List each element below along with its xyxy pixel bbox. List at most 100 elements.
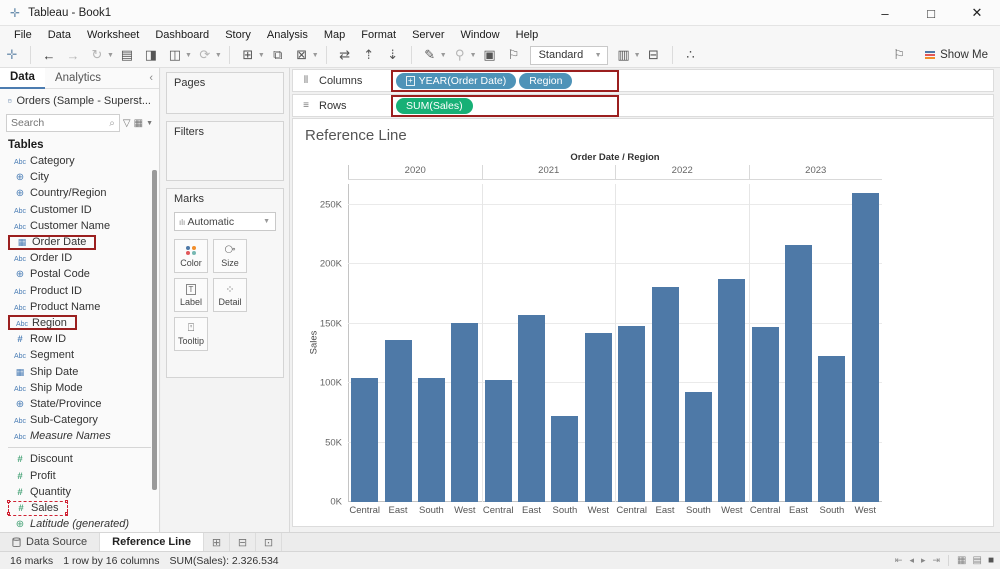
field-quantity[interactable]: #Quantity: [0, 484, 159, 500]
size-button[interactable]: ⧂Size: [213, 239, 247, 273]
tab-data-source[interactable]: Data Source: [0, 533, 100, 551]
new-dashboard-tab-icon[interactable]: ⊟: [230, 533, 256, 551]
field-latitude-generated-[interactable]: ⊕Latitude (generated): [0, 516, 159, 532]
bar-2021-central[interactable]: [485, 380, 512, 502]
bar-2022-south[interactable]: [685, 392, 712, 502]
view-options-icon[interactable]: ▦: [134, 118, 143, 129]
field-measure-names[interactable]: AbcMeasure Names: [0, 428, 159, 444]
menu-format[interactable]: Format: [353, 29, 404, 41]
pages-shelf[interactable]: Pages: [166, 72, 284, 114]
pause-auto-updates-icon[interactable]: ◫: [164, 45, 186, 65]
field-discount[interactable]: #Discount: [0, 451, 159, 467]
fit-dropdown[interactable]: Standard▼: [530, 46, 608, 65]
mark-type-dropdown[interactable]: ılı Automatic ▼: [174, 212, 276, 231]
group-members-caret-icon[interactable]: ▼: [470, 52, 477, 59]
bar-2022-central[interactable]: [618, 326, 645, 502]
expand-hierarchy-icon[interactable]: +: [406, 76, 415, 86]
field-segment[interactable]: AbcSegment: [0, 347, 159, 363]
field-customer-name[interactable]: AbcCustomer Name: [0, 218, 159, 234]
field-profit[interactable]: #Profit: [0, 468, 159, 484]
collapse-pane-icon[interactable]: ‹: [149, 72, 159, 84]
tooltip-button-icon[interactable]: ⚐: [888, 45, 910, 65]
show-me-button[interactable]: Show Me: [925, 49, 988, 61]
view-options-caret-icon[interactable]: ▼: [146, 120, 153, 127]
group-members-icon[interactable]: ⚲: [449, 45, 471, 65]
sheet-view[interactable]: Reference Line Order Date / Region 20202…: [292, 118, 994, 527]
fullscreen-view-icon[interactable]: ■: [988, 555, 994, 566]
field-ship-date[interactable]: ▦Ship Date: [0, 363, 159, 379]
new-worksheet-tab-icon[interactable]: ⊞: [204, 533, 230, 551]
tab-analytics[interactable]: Analytics: [45, 68, 111, 89]
field-postal-code[interactable]: ⊕Postal Code: [0, 266, 159, 282]
field-state-province[interactable]: ⊕State/Province: [0, 396, 159, 412]
menu-server[interactable]: Server: [404, 29, 452, 41]
field-customer-id[interactable]: AbcCustomer ID: [0, 202, 159, 218]
bar-2021-west[interactable]: [585, 333, 612, 502]
highlight-caret-icon[interactable]: ▼: [440, 52, 447, 59]
next-page-icon[interactable]: ▸: [921, 555, 926, 566]
field-category[interactable]: AbcCategory: [0, 153, 159, 169]
sort-ascending-icon[interactable]: ⇡: [358, 45, 380, 65]
menu-help[interactable]: Help: [508, 29, 547, 41]
show-hide-cards-icon[interactable]: ▥: [613, 45, 635, 65]
data-pane-scrollbar[interactable]: [152, 170, 157, 490]
search-input[interactable]: [11, 117, 109, 129]
run-update-icon[interactable]: ⟳: [194, 45, 216, 65]
bar-2022-west[interactable]: [718, 279, 745, 502]
share-icon[interactable]: ∴: [680, 45, 702, 65]
filters-shelf[interactable]: Filters: [166, 121, 284, 181]
menu-map[interactable]: Map: [316, 29, 353, 41]
undo-icon[interactable]: ←: [38, 45, 60, 65]
bar-2023-central[interactable]: [752, 327, 779, 502]
pill-year-order-date-[interactable]: +YEAR(Order Date): [396, 73, 516, 89]
save-icon[interactable]: ▤: [116, 45, 138, 65]
menu-file[interactable]: File: [6, 29, 40, 41]
field-order-id[interactable]: AbcOrder ID: [0, 250, 159, 266]
tab-data[interactable]: Data: [0, 68, 45, 89]
field-city[interactable]: ⊕City: [0, 169, 159, 185]
field-sub-category[interactable]: AbcSub-Category: [0, 412, 159, 428]
field-row-id[interactable]: #Row ID: [0, 331, 159, 347]
new-data-source-icon[interactable]: ◨: [140, 45, 162, 65]
tooltip-button[interactable]: ⍞Tooltip: [174, 317, 208, 351]
new-story-tab-icon[interactable]: ⊡: [256, 533, 282, 551]
filter-fields-icon[interactable]: ▽: [123, 118, 131, 129]
pill-region[interactable]: Region: [519, 73, 572, 89]
color-button[interactable]: Color: [174, 239, 208, 273]
clear-sheet-icon[interactable]: ⊠: [291, 45, 313, 65]
field-sales[interactable]: #Sales: [0, 500, 159, 516]
replay-icon[interactable]: ↻: [86, 45, 108, 65]
bar-2021-east[interactable]: [518, 315, 545, 502]
show-mark-labels-icon[interactable]: ▣: [479, 45, 501, 65]
bar-2023-east[interactable]: [785, 245, 812, 502]
bar-2020-west[interactable]: [451, 323, 478, 502]
field-product-id[interactable]: AbcProduct ID: [0, 283, 159, 299]
maximize-button[interactable]: □: [908, 0, 954, 26]
bar-2023-west[interactable]: [852, 193, 879, 502]
presentation-mode-icon[interactable]: ⊟: [643, 45, 665, 65]
redo-icon[interactable]: →: [62, 45, 84, 65]
menu-dashboard[interactable]: Dashboard: [147, 29, 217, 41]
bar-2020-south[interactable]: [418, 378, 445, 502]
duplicate-sheet-icon[interactable]: ⧉: [267, 45, 289, 65]
close-button[interactable]: ✕: [954, 0, 1000, 26]
highlight-icon[interactable]: ✎: [419, 45, 441, 65]
bar-2022-east[interactable]: [652, 287, 679, 502]
field-order-date[interactable]: ▦Order Date: [0, 234, 159, 250]
data-source-item[interactable]: Orders (Sample - Superst...: [0, 89, 159, 112]
detail-button[interactable]: ⁘Detail: [213, 278, 247, 312]
field-product-name[interactable]: AbcProduct Name: [0, 299, 159, 315]
menu-data[interactable]: Data: [40, 29, 79, 41]
field-country-region[interactable]: ⊕Country/Region: [0, 185, 159, 201]
bar-2020-east[interactable]: [385, 340, 412, 502]
menu-analysis[interactable]: Analysis: [259, 29, 316, 41]
field-region[interactable]: AbcRegion: [0, 315, 159, 331]
menu-story[interactable]: Story: [217, 29, 259, 41]
bar-2023-south[interactable]: [818, 356, 845, 502]
last-page-icon[interactable]: ⇥: [933, 555, 941, 566]
sort-descending-icon[interactable]: ⇣: [382, 45, 404, 65]
menu-worksheet[interactable]: Worksheet: [79, 29, 147, 41]
new-worksheet-icon[interactable]: ⊞: [237, 45, 259, 65]
minimize-button[interactable]: –: [862, 0, 908, 26]
bar-2021-south[interactable]: [551, 416, 578, 502]
